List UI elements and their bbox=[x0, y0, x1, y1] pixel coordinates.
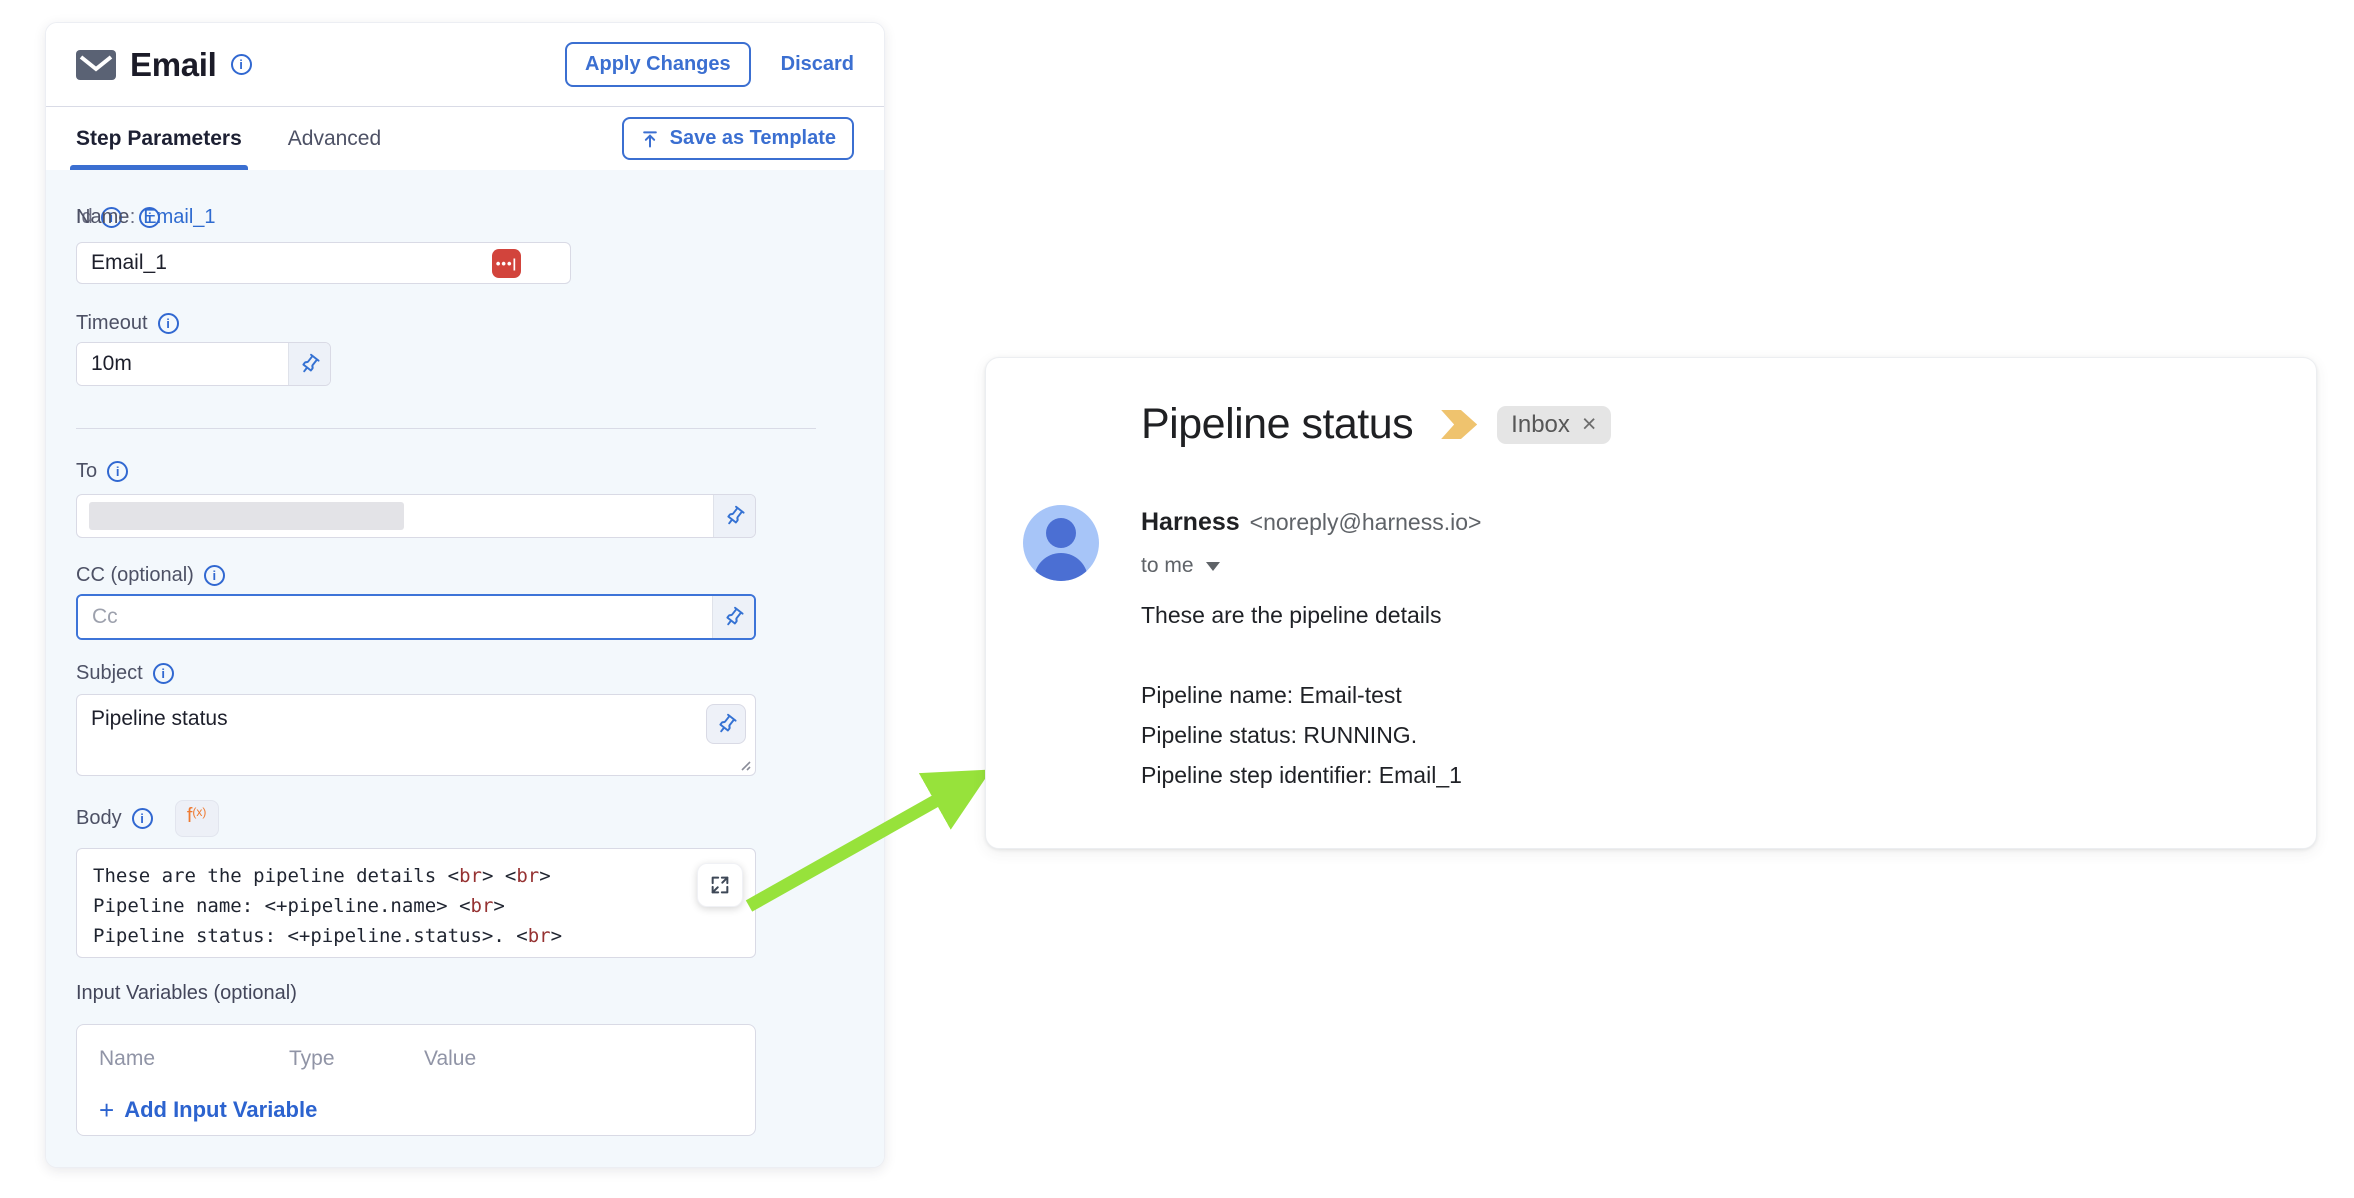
save-as-template-label: Save as Template bbox=[670, 127, 836, 150]
timeout-label: Timeout i bbox=[76, 312, 179, 335]
info-icon[interactable]: i bbox=[231, 54, 252, 75]
email-envelope-icon bbox=[76, 50, 116, 80]
name-label: Name i bbox=[76, 206, 160, 229]
body-label-row: Body i f(x) bbox=[76, 800, 219, 837]
pin-icon bbox=[710, 708, 742, 740]
cc-field bbox=[76, 594, 756, 640]
email-body-line: Pipeline step identifier: Email_1 bbox=[1141, 755, 1462, 795]
to-label: To i bbox=[76, 460, 128, 483]
green-arrow bbox=[735, 748, 1015, 923]
inbox-label-badge: Inbox × bbox=[1497, 406, 1610, 444]
timeout-field bbox=[76, 342, 331, 386]
email-subject: Pipeline status bbox=[1141, 400, 1413, 449]
email-step-config-panel: Email i Apply Changes Discard Step Param… bbox=[45, 22, 885, 1168]
step-parameters-form: Name i Id i : Email_1 •••| Timeout i bbox=[46, 170, 884, 1168]
tab-step-parameters[interactable]: Step Parameters bbox=[76, 107, 242, 170]
info-icon[interactable]: i bbox=[132, 808, 153, 829]
code-line: Pipeline status: <+pipeline.status>. <br… bbox=[93, 921, 739, 951]
info-icon[interactable]: i bbox=[153, 663, 174, 684]
panel-header: Email i Apply Changes Discard bbox=[46, 23, 884, 106]
fixed-value-pin-button[interactable] bbox=[713, 495, 755, 537]
fixed-value-pin-button[interactable] bbox=[288, 343, 330, 385]
add-input-variable-label: Add Input Variable bbox=[124, 1097, 317, 1123]
chevron-down-icon bbox=[1206, 562, 1220, 571]
tab-advanced[interactable]: Advanced bbox=[288, 107, 381, 170]
info-icon[interactable]: i bbox=[158, 313, 179, 334]
name-id-row: Name i Id i : Email_1 bbox=[76, 206, 571, 229]
pin-icon bbox=[718, 500, 750, 532]
upload-icon bbox=[640, 129, 660, 149]
remove-label-icon[interactable]: × bbox=[1582, 412, 1597, 437]
cc-label: CC (optional) i bbox=[76, 564, 225, 587]
avatar-person-body bbox=[1034, 553, 1088, 581]
panel-title: Email bbox=[130, 46, 217, 84]
email-body-line: Pipeline name: Email-test bbox=[1141, 675, 1462, 715]
body-label-text: Body bbox=[76, 807, 122, 830]
to-label-text: To bbox=[76, 460, 97, 483]
subject-label: Subject i bbox=[76, 662, 174, 685]
column-header-name: Name bbox=[99, 1047, 289, 1071]
plus-icon: + bbox=[99, 1100, 114, 1120]
section-divider bbox=[76, 428, 816, 429]
cc-label-text: CC (optional) bbox=[76, 564, 194, 587]
input-variables-table: Name Type Value + Add Input Variable bbox=[76, 1024, 756, 1136]
recipient-dropdown[interactable]: to me bbox=[1141, 554, 1220, 578]
cc-input[interactable] bbox=[78, 596, 712, 638]
email-subject-row: Pipeline status Inbox × bbox=[1141, 400, 1611, 449]
inbox-label-text: Inbox bbox=[1511, 411, 1570, 439]
fx-icon-sub: (x) bbox=[192, 805, 206, 819]
code-line: These are the pipeline details <br> <br> bbox=[93, 861, 739, 891]
column-header-type: Type bbox=[289, 1047, 424, 1071]
email-preview-card: Pipeline status Inbox × Harness <noreply… bbox=[985, 357, 2317, 849]
sender-name: Harness bbox=[1141, 508, 1240, 537]
email-body-line: Pipeline status: RUNNING. bbox=[1141, 715, 1462, 755]
subject-input[interactable]: Pipeline status bbox=[77, 695, 755, 775]
header-actions: Apply Changes Discard bbox=[565, 42, 854, 87]
input-variables-label: Input Variables (optional) bbox=[76, 982, 297, 1005]
info-icon[interactable]: i bbox=[139, 207, 160, 228]
expand-icon bbox=[709, 874, 731, 896]
panel-title-group: Email i bbox=[76, 46, 252, 84]
sender-avatar[interactable] bbox=[1023, 505, 1099, 581]
name-field: •••| bbox=[76, 242, 571, 284]
pin-icon bbox=[717, 601, 749, 633]
info-icon[interactable]: i bbox=[204, 565, 225, 586]
email-body-intro: These are the pipeline details bbox=[1141, 602, 1462, 629]
sender-address: <noreply@harness.io> bbox=[1250, 509, 1482, 536]
subject-label-text: Subject bbox=[76, 662, 143, 685]
to-input-area bbox=[404, 495, 713, 537]
code-line: Pipeline step identifier: <+step.identif… bbox=[93, 951, 739, 958]
redacted-email-value bbox=[89, 502, 404, 530]
apply-changes-button[interactable]: Apply Changes bbox=[565, 42, 751, 87]
name-label-text: Name bbox=[76, 206, 129, 229]
pin-icon bbox=[293, 348, 325, 380]
save-as-template-button[interactable]: Save as Template bbox=[622, 117, 854, 160]
fixed-value-pin-button[interactable] bbox=[712, 596, 754, 638]
email-body: These are the pipeline details Pipeline … bbox=[1141, 602, 1462, 795]
autofill-extension-icon[interactable]: •••| bbox=[492, 249, 521, 278]
subject-field: Pipeline status bbox=[76, 694, 756, 776]
timeout-label-text: Timeout bbox=[76, 312, 148, 335]
sender-row: Harness <noreply@harness.io> bbox=[1141, 508, 1481, 537]
body-label: Body i bbox=[76, 807, 153, 830]
code-line: Pipeline name: <+pipeline.name> <br> bbox=[93, 891, 739, 921]
important-marker-icon[interactable] bbox=[1441, 410, 1477, 439]
column-header-value: Value bbox=[424, 1047, 476, 1071]
input-variables-headers: Name Type Value bbox=[99, 1047, 733, 1071]
to-field[interactable] bbox=[76, 494, 756, 538]
avatar-person-icon bbox=[1046, 518, 1076, 548]
body-code-editor[interactable]: These are the pipeline details <br> <br>… bbox=[76, 848, 756, 958]
recipient-label: to me bbox=[1141, 554, 1194, 578]
add-input-variable-button[interactable]: + Add Input Variable bbox=[99, 1097, 733, 1123]
expression-fx-button[interactable]: f(x) bbox=[175, 800, 219, 837]
discard-button[interactable]: Discard bbox=[781, 53, 854, 76]
tab-bar: Step Parameters Advanced Save as Templat… bbox=[46, 106, 884, 170]
timeout-input[interactable] bbox=[77, 343, 288, 385]
page-background: Email i Apply Changes Discard Step Param… bbox=[0, 0, 2354, 1198]
info-icon[interactable]: i bbox=[107, 461, 128, 482]
fixed-value-pin-button[interactable] bbox=[706, 704, 746, 744]
